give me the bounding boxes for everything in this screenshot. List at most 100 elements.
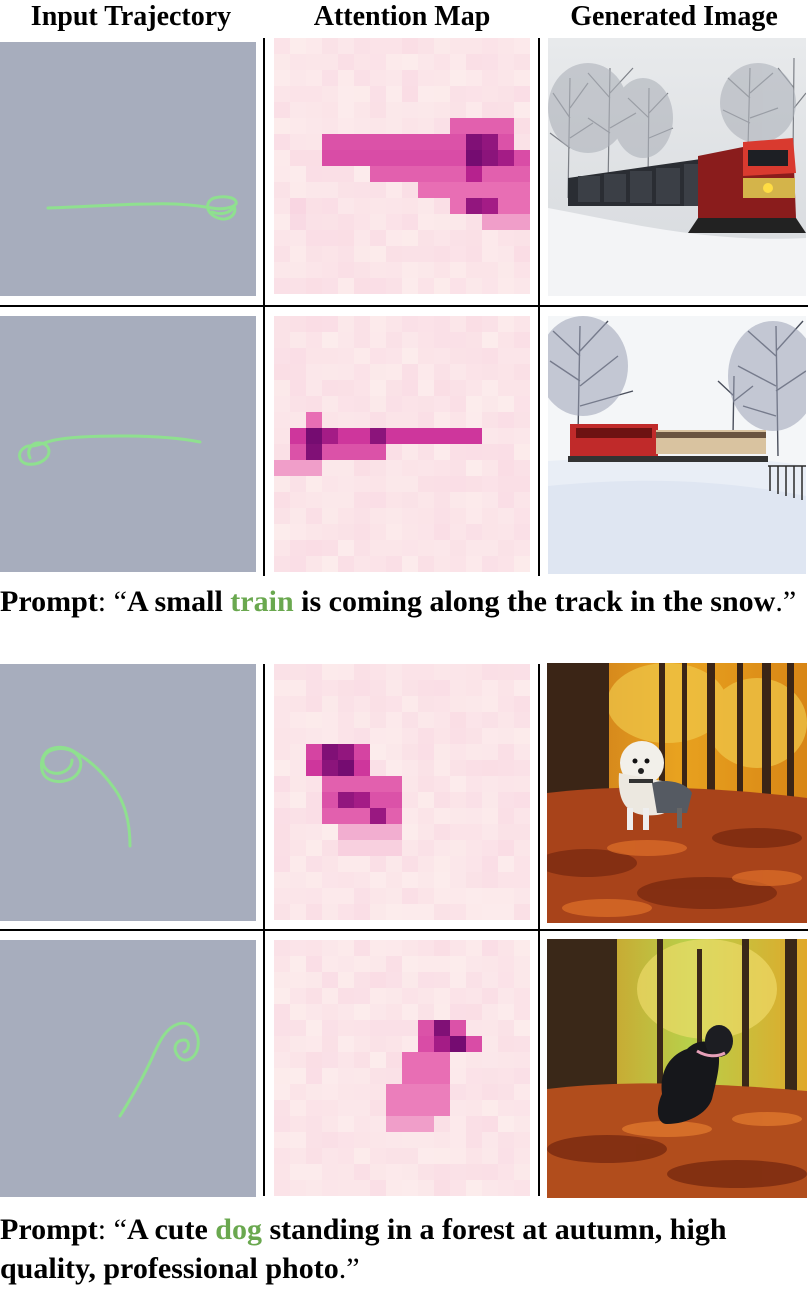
attention-cell: [402, 888, 418, 904]
attention-cell: [386, 1084, 402, 1100]
attention-cell: [338, 134, 354, 150]
attention-cell: [450, 888, 466, 904]
attention-cell: [322, 348, 338, 364]
attention-cell: [338, 54, 354, 70]
attention-cell: [370, 904, 386, 920]
attention-cell: [418, 412, 434, 428]
attention-cell: [338, 540, 354, 556]
attention-cell: [274, 364, 290, 380]
attention-cell: [354, 278, 370, 294]
attention-cell: [354, 428, 370, 444]
attention-cell: [354, 476, 370, 492]
attention-cell: [418, 728, 434, 744]
attention-cell: [322, 86, 338, 102]
attention-cell: [434, 102, 450, 118]
attention-cell: [482, 508, 498, 524]
attention-cell: [290, 904, 306, 920]
attention-cell: [434, 856, 450, 872]
attention-cell: [370, 1052, 386, 1068]
attention-cell: [418, 872, 434, 888]
attention-cell: [322, 1020, 338, 1036]
attention-cell: [386, 824, 402, 840]
attention-cell: [338, 1084, 354, 1100]
attention-cell: [370, 524, 386, 540]
attention-cell: [322, 872, 338, 888]
attention-cell: [498, 246, 514, 262]
attention-cell: [434, 476, 450, 492]
attention-cell: [290, 198, 306, 214]
attention-cell: [306, 150, 322, 166]
attention-cell: [306, 118, 322, 134]
attention-cell: [386, 230, 402, 246]
attention-cell: [402, 872, 418, 888]
attention-cell: [274, 70, 290, 86]
attention-cell: [482, 712, 498, 728]
attention-cell: [354, 1116, 370, 1132]
attention-cell: [450, 332, 466, 348]
attention-map-3: [274, 664, 530, 920]
attention-cell: [354, 1148, 370, 1164]
attention-cell: [402, 760, 418, 776]
attention-cell: [274, 1164, 290, 1180]
attention-cell: [466, 198, 482, 214]
attention-cell: [418, 492, 434, 508]
attention-cell: [498, 1164, 514, 1180]
attention-cell: [370, 1132, 386, 1148]
attention-cell: [306, 1148, 322, 1164]
attention-cell: [322, 1036, 338, 1052]
attention-cell: [498, 1052, 514, 1068]
attention-cell: [274, 744, 290, 760]
attention-cell: [498, 182, 514, 198]
attention-cell: [450, 808, 466, 824]
attention-cell: [274, 166, 290, 182]
attention-cell: [274, 1116, 290, 1132]
attention-cell: [386, 760, 402, 776]
attention-cell: [274, 556, 290, 572]
attention-cell: [402, 664, 418, 680]
attention-cell: [498, 492, 514, 508]
attention-cell: [370, 840, 386, 856]
attention-cell: [290, 182, 306, 198]
attention-cell: [514, 728, 530, 744]
attention-cell: [370, 198, 386, 214]
attention-cell: [386, 246, 402, 262]
attention-cell: [274, 102, 290, 118]
attention-cell: [386, 396, 402, 412]
attention-cell: [322, 1132, 338, 1148]
attention-cell: [354, 808, 370, 824]
attention-cell: [338, 444, 354, 460]
attention-cell: [498, 760, 514, 776]
attention-cell: [386, 940, 402, 956]
attention-cell: [290, 1068, 306, 1084]
attention-cell: [482, 808, 498, 824]
attention-cell: [514, 1116, 530, 1132]
attention-cell: [306, 412, 322, 428]
attention-cell: [418, 316, 434, 332]
attention-cell: [418, 808, 434, 824]
attention-cell: [386, 134, 402, 150]
attention-cell: [322, 54, 338, 70]
attention-cell: [386, 1164, 402, 1180]
attention-cell: [418, 134, 434, 150]
attention-cell: [338, 150, 354, 166]
attention-cell: [306, 824, 322, 840]
attention-cell: [450, 86, 466, 102]
attention-cell: [290, 134, 306, 150]
attention-cell: [450, 214, 466, 230]
attention-cell: [450, 776, 466, 792]
attention-cell: [338, 166, 354, 182]
attention-cell: [306, 476, 322, 492]
attention-cell: [482, 134, 498, 150]
attention-cell: [450, 680, 466, 696]
attention-cell: [450, 246, 466, 262]
attention-cell: [290, 840, 306, 856]
attention-cell: [370, 760, 386, 776]
attention-cell: [290, 364, 306, 380]
attention-cell: [482, 1052, 498, 1068]
attention-cell: [434, 1084, 450, 1100]
attention-cell: [386, 262, 402, 278]
attention-cell: [274, 972, 290, 988]
attention-cell: [274, 888, 290, 904]
attention-cell: [290, 712, 306, 728]
attention-cell: [290, 988, 306, 1004]
